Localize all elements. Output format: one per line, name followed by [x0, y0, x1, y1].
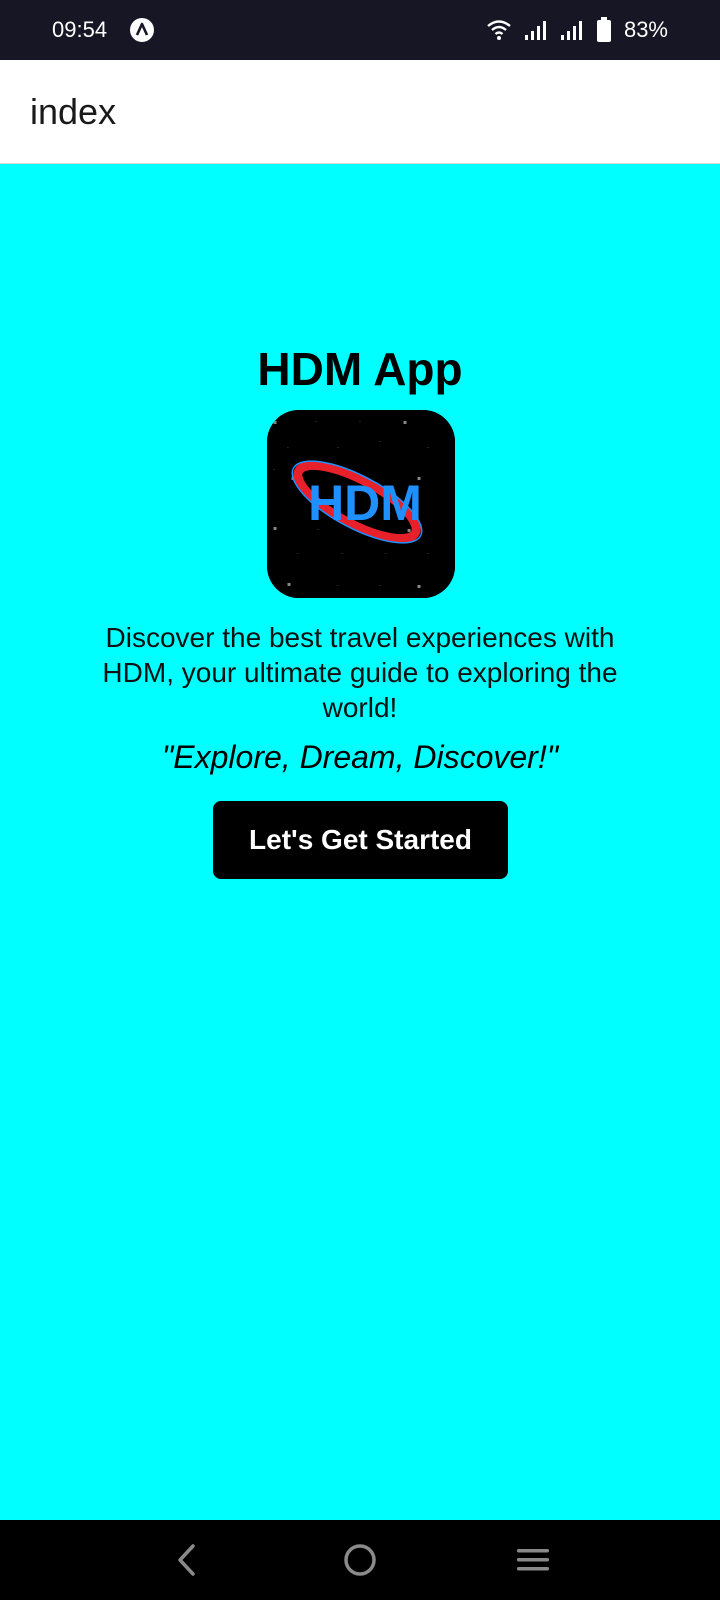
- app-header: index: [0, 60, 720, 164]
- battery-percent: 83%: [623, 17, 668, 42]
- svg-text:·: ·: [379, 583, 381, 590]
- svg-text:▪: ▪: [273, 525, 277, 532]
- app-title: HDM App: [257, 343, 463, 395]
- svg-text:·: ·: [427, 445, 429, 452]
- svg-text:·: ·: [427, 551, 429, 558]
- svg-text:·: ·: [273, 467, 275, 474]
- svg-text:·: ·: [315, 419, 317, 426]
- svg-text:·: ·: [341, 551, 343, 558]
- svg-text:▪: ▪: [417, 583, 421, 590]
- svg-text:·: ·: [287, 445, 289, 452]
- svg-text:▪: ▪: [287, 581, 291, 588]
- status-left: 09:54: [52, 17, 155, 43]
- notification-app-icon: [129, 17, 155, 43]
- logo-text: HDM: [308, 475, 422, 531]
- svg-text:·: ·: [337, 583, 339, 590]
- signal-icon: [524, 19, 548, 41]
- status-bar: 09:54 83%: [0, 0, 720, 60]
- wifi-icon: [486, 19, 512, 41]
- description-text: Discover the best travel experiences wit…: [102, 622, 618, 723]
- page-title: index: [30, 90, 117, 132]
- main-content: HDM App ▪ · · ▪ · · · · · ▪ ▪ ▪ · · ▪ · · · · ▪ · · ▪ HDM…: [0, 164, 720, 1520]
- home-icon: [343, 1543, 377, 1577]
- tagline-text: "Explore, Dream, Discover!": [161, 739, 559, 775]
- back-button[interactable]: [157, 1530, 217, 1590]
- back-icon: [175, 1543, 199, 1577]
- svg-text:·: ·: [385, 551, 387, 558]
- svg-text:▪: ▪: [273, 419, 277, 426]
- svg-text:·: ·: [379, 439, 381, 446]
- hdm-logo: ▪ · · ▪ · · · · · ▪ ▪ ▪ · · ▪ · · · · ▪ · · ▪ HDM: [267, 410, 455, 598]
- menu-button[interactable]: [503, 1530, 563, 1590]
- get-started-button[interactable]: Let's Get Started: [213, 801, 508, 879]
- signal-icon: [560, 19, 584, 41]
- home-button[interactable]: [330, 1530, 390, 1590]
- navigation-bar: [0, 1520, 720, 1600]
- menu-icon: [516, 1546, 550, 1574]
- status-right: 83%: [486, 17, 668, 43]
- status-time: 09:54: [52, 17, 108, 42]
- battery-icon: [596, 17, 612, 43]
- svg-text:·: ·: [359, 419, 361, 426]
- svg-text:▪: ▪: [403, 419, 407, 426]
- svg-text:·: ·: [337, 445, 339, 452]
- svg-text:·: ·: [297, 551, 299, 558]
